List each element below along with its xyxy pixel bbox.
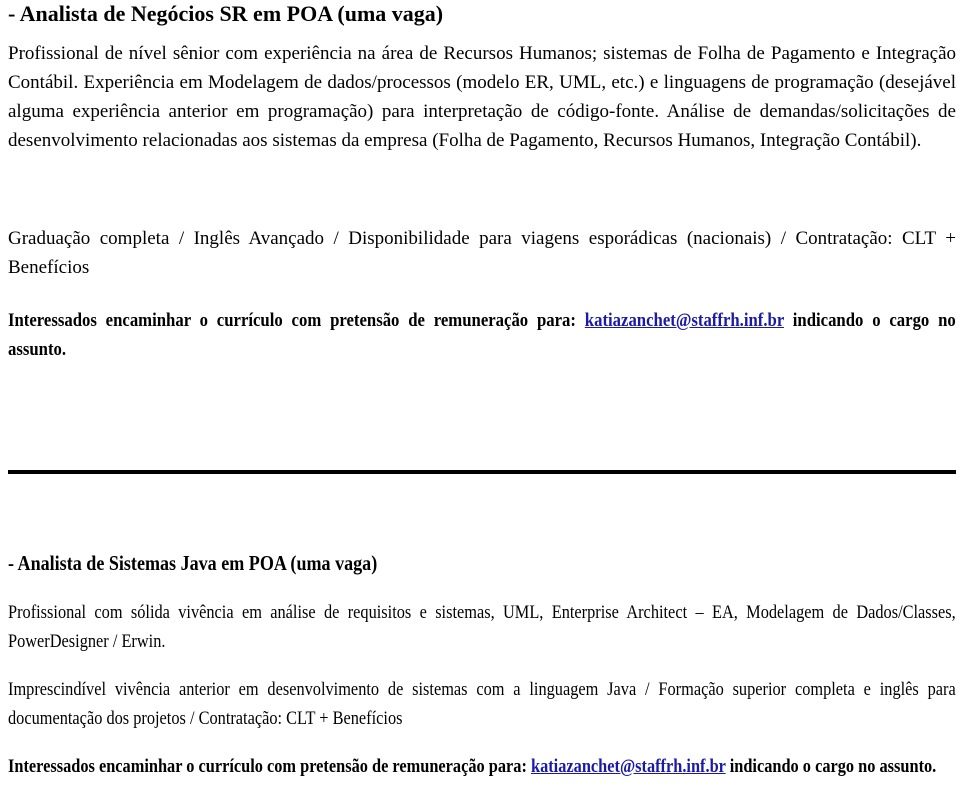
- job2-title: - Analista de Sistemas Java em POA (uma …: [8, 551, 378, 575]
- job2-email-link[interactable]: katiazanchet@staffrh.inf.br: [531, 756, 726, 777]
- section-divider: [8, 470, 956, 474]
- job1-description: Profissional de nível sênior com experiê…: [8, 43, 956, 151]
- job1-title: - Analista de Negócios SR em POA (uma va…: [8, 1, 444, 26]
- job2-apply-suffix: indicando o cargo no assunto.: [725, 756, 937, 777]
- job2-requirements: Imprescindível vivência anterior em dese…: [8, 679, 956, 729]
- job2-apply-prefix: Interessados encaminhar o currículo com …: [8, 756, 531, 777]
- job1-email-link[interactable]: katiazanchet@staffrh.inf.br: [585, 310, 784, 331]
- job2-apply-instructions: Interessados encaminhar o currículo com …: [8, 752, 956, 781]
- job2-description: Profissional com sólida vivência em anál…: [8, 602, 956, 652]
- job1-requirements: Graduação completa / Inglês Avançado / D…: [8, 228, 956, 278]
- job1-apply-prefix: Interessados encaminhar o currículo com …: [8, 310, 576, 331]
- job1-apply-instructions: Interessados encaminhar o currículo com …: [8, 306, 956, 364]
